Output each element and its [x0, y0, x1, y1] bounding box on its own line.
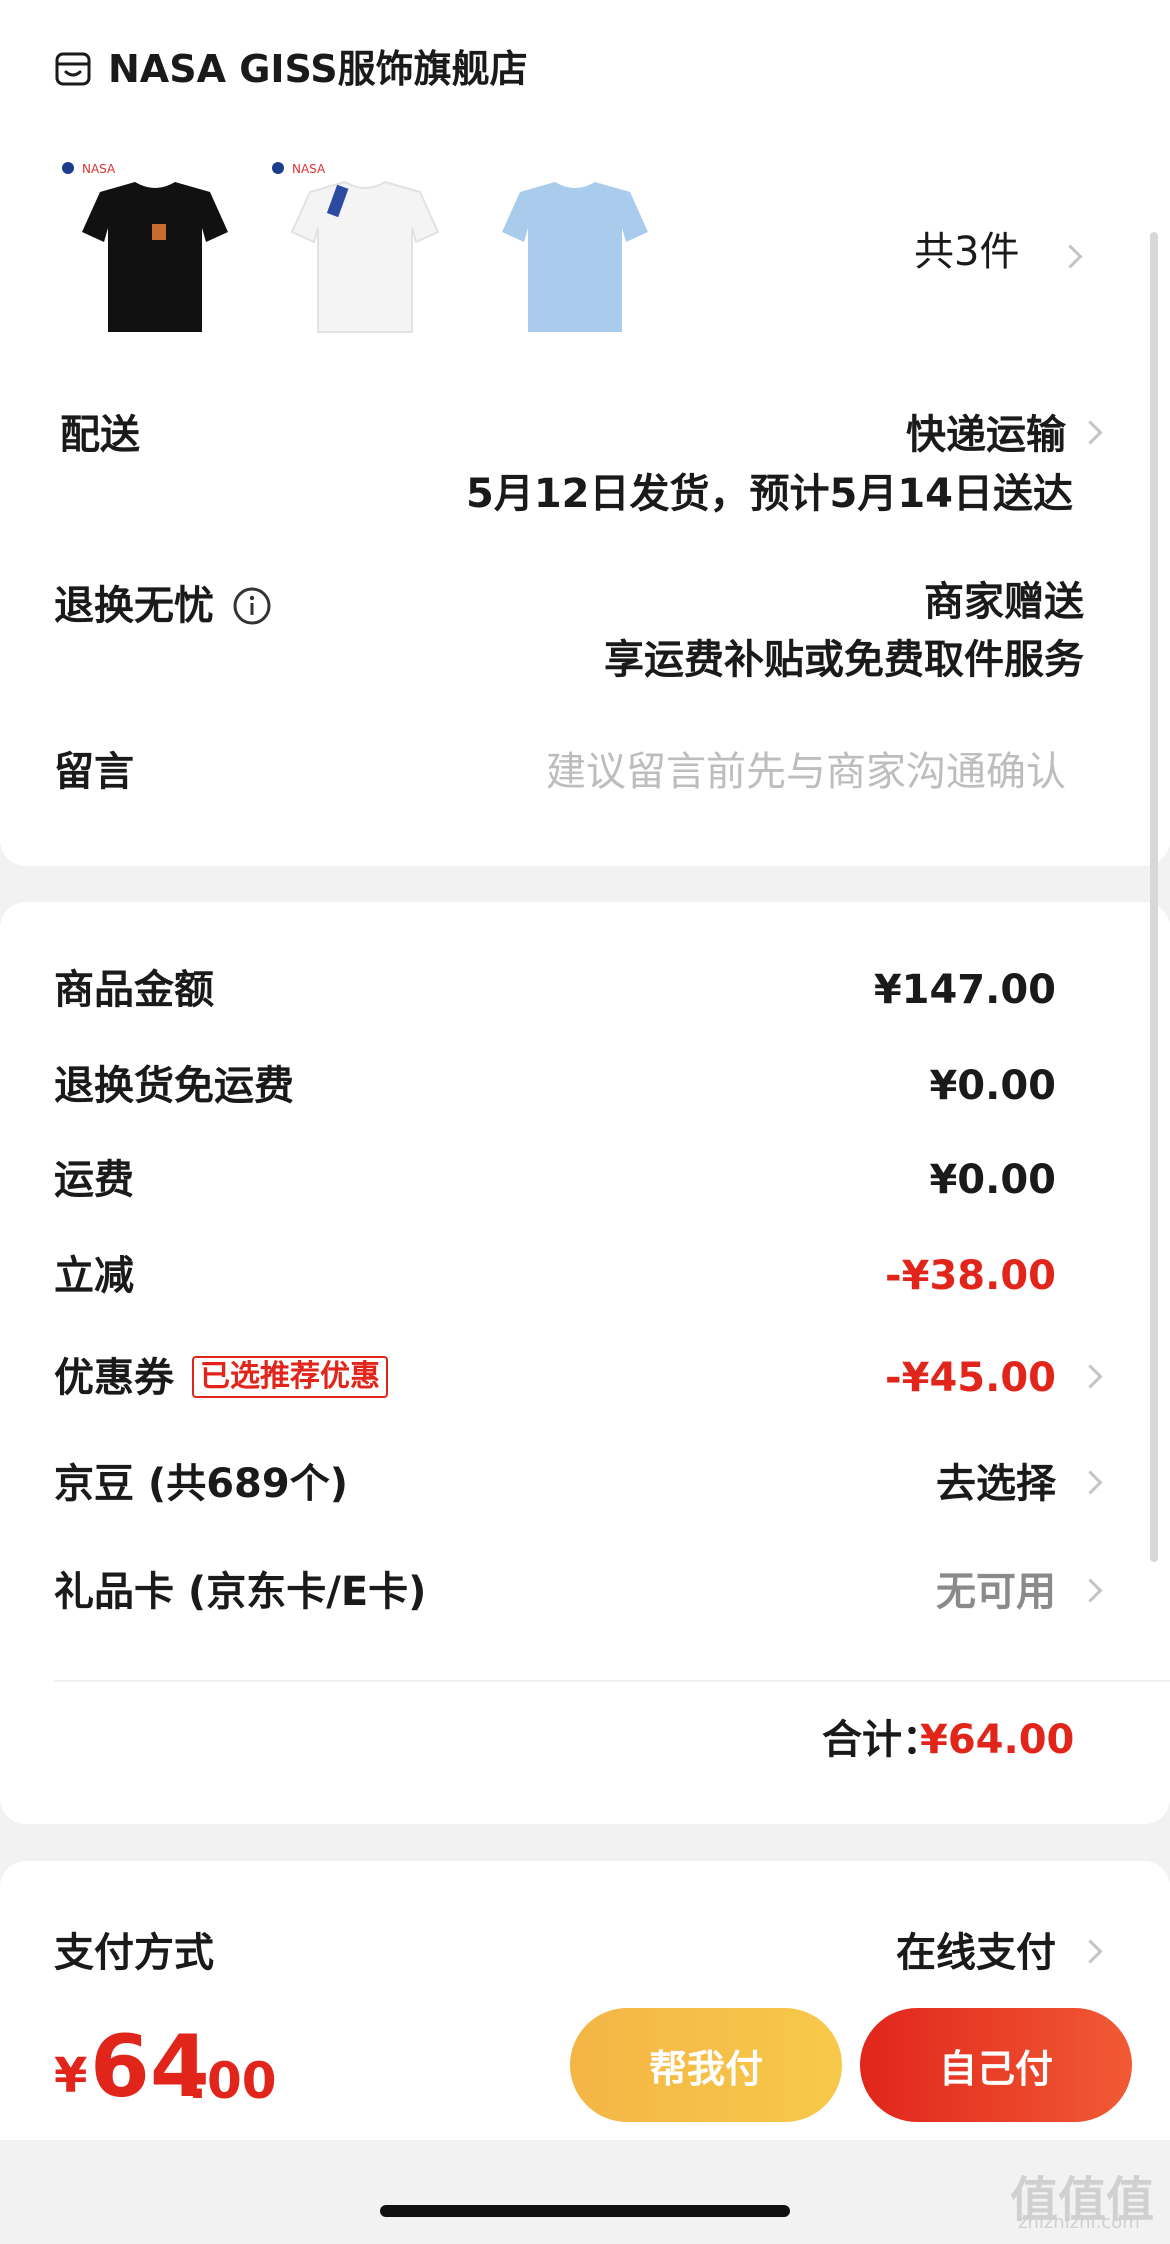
help-pay-button[interactable]: 帮我付 [570, 2008, 842, 2122]
checkout-bar: ¥ 64 .00 帮我付 自己付 [0, 1994, 1170, 2140]
product-thumb-black[interactable]: NASA [60, 150, 250, 340]
divider [54, 1680, 1170, 1682]
price-summary-card: 商品金额 ¥147.00 退换货免运费 ¥0.00 运费 ¥0.00 立减 -¥… [0, 902, 1170, 1824]
coupon-badge: 已选推荐优惠 [192, 1356, 388, 1398]
chevron-right-icon [1078, 420, 1103, 445]
chevron-right-icon [1078, 1939, 1103, 1964]
product-thumb-light-blue[interactable] [480, 150, 670, 340]
delivery-label: 配送 [60, 412, 140, 458]
total-value: ¥64.00 [920, 1717, 1075, 1763]
coupon-value[interactable]: -¥45.00 [760, 1358, 1056, 1398]
scrollbar[interactable] [1150, 232, 1158, 1562]
message-input[interactable]: 建议留言前先与商家沟通确认 [466, 752, 1066, 792]
message-label: 留言 [54, 749, 134, 795]
chevron-right-icon [1078, 1364, 1103, 1389]
price-currency: ¥ [54, 2048, 88, 2104]
item-count[interactable]: 共3件 [914, 232, 1019, 272]
chevron-right-icon [1078, 1578, 1103, 1603]
home-indicator[interactable] [380, 2205, 790, 2217]
returns-value: 商家赠送 [924, 579, 1084, 625]
payment-value[interactable]: 在线支付 [760, 1933, 1056, 1973]
return-free-shipping-value: ¥0.00 [929, 1063, 1056, 1109]
info-icon[interactable] [232, 586, 272, 626]
svg-text:NASA: NASA [82, 162, 116, 176]
self-pay-button[interactable]: 自己付 [860, 2008, 1132, 2122]
returns-detail: 享运费补贴或免费取件服务 [604, 637, 1084, 683]
delivery-schedule: 5月12日发货，预计5月14日送达 [466, 471, 1073, 517]
shop-name[interactable]: NASA GISS服饰旗舰店 [108, 50, 528, 88]
giftcard-value[interactable]: 无可用 [760, 1572, 1056, 1612]
product-thumb-white[interactable]: NASA [270, 150, 460, 340]
instant-discount-label: 立减 [54, 1253, 134, 1299]
return-free-shipping-label: 退换货免运费 [54, 1063, 294, 1109]
payment-label: 支付方式 [54, 1930, 214, 1976]
giftcard-label: 礼品卡 (京东卡/E卡) [54, 1569, 427, 1615]
watermark-url: zhizhizhi.com [1018, 2212, 1140, 2233]
coupon-label: 优惠券 [54, 1355, 174, 1401]
delivery-method[interactable]: 快递运输 [760, 415, 1066, 455]
order-info-card: NASA GISS服饰旗舰店 NASA NASA 共3件 配送 快递运输 5月1… [0, 0, 1170, 866]
instant-discount-value: -¥38.00 [885, 1253, 1056, 1299]
shipping-value: ¥0.00 [929, 1157, 1056, 1203]
chevron-right-icon [1058, 244, 1083, 269]
goods-amount-value: ¥147.00 [873, 967, 1056, 1013]
shop-icon [54, 50, 92, 88]
jingdou-label: 京豆 (共689个) [54, 1461, 348, 1507]
payment-method-card: 支付方式 在线支付 [0, 1861, 1170, 2001]
returns-label: 退换无忧 [54, 583, 214, 629]
shipping-label: 运费 [54, 1157, 134, 1203]
goods-amount-label: 商品金额 [54, 967, 214, 1013]
svg-text:NASA: NASA [292, 162, 326, 176]
chevron-right-icon [1078, 1470, 1103, 1495]
jingdou-value[interactable]: 去选择 [760, 1464, 1056, 1504]
price-decimal: .00 [188, 2052, 277, 2110]
